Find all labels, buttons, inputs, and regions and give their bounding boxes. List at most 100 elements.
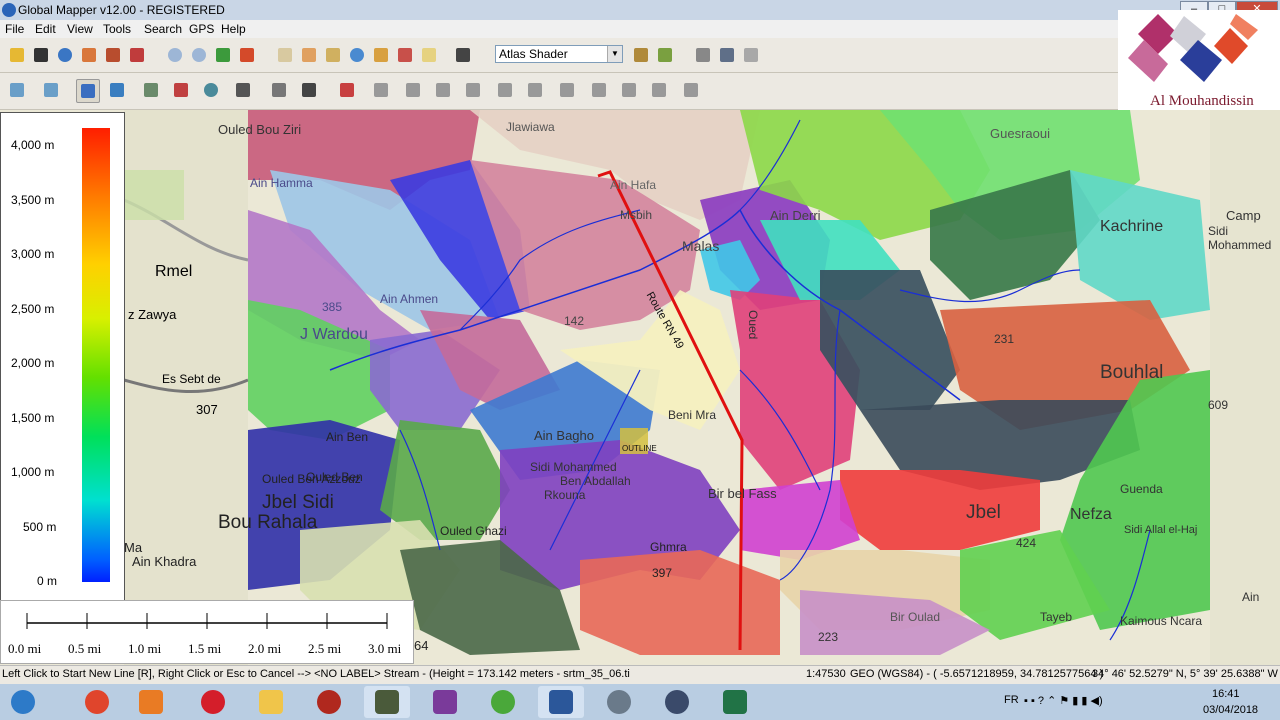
terrain-7-button[interactable] (556, 79, 578, 101)
create-stream-button[interactable] (76, 79, 100, 103)
menu-bar: File Edit View Tools Search GPS Help (0, 20, 1280, 38)
terrain-3-button[interactable] (432, 79, 454, 101)
sun-icon (658, 48, 672, 62)
binoculars-button[interactable] (452, 44, 474, 66)
grid-button[interactable] (740, 44, 762, 66)
terrain-1-button[interactable] (370, 79, 392, 101)
menu-gps[interactable]: GPS (189, 22, 214, 36)
terrain-11-button[interactable] (680, 79, 702, 101)
globe-icon (607, 690, 631, 714)
ruler-icon (326, 48, 340, 62)
taskbar-file-explorer[interactable] (248, 686, 294, 718)
line-tool-button[interactable] (418, 44, 440, 66)
open-folder-button[interactable] (6, 44, 28, 66)
profile-button[interactable] (370, 44, 392, 66)
measure-button[interactable] (322, 44, 344, 66)
shader-options-button[interactable] (630, 44, 652, 66)
layers-icon (82, 48, 96, 62)
place-label: Bouhlal (1100, 362, 1164, 383)
tools-button[interactable] (126, 44, 148, 66)
save-button[interactable] (30, 44, 52, 66)
taskbar-excel[interactable] (712, 686, 758, 718)
tray-language[interactable]: FR (1004, 694, 1019, 706)
app-icon[interactable] (2, 3, 16, 17)
select-button[interactable] (274, 44, 296, 66)
place-label: Es Sebt de (162, 372, 221, 386)
edit-vertex-button[interactable] (106, 79, 128, 101)
taskbar-winrar[interactable] (422, 686, 468, 718)
taskbar-opera[interactable] (190, 686, 236, 718)
move-icon (302, 83, 316, 97)
place-label: Sidi Mohammed (530, 460, 617, 474)
place-label: Oued (746, 310, 760, 340)
place-label: 307 (196, 402, 218, 417)
status-bar: Left Click to Start New Line [R], Right … (0, 665, 1280, 684)
config-button[interactable] (102, 44, 124, 66)
zoom-in-button[interactable] (164, 44, 186, 66)
place-label: Ghmra (650, 540, 687, 554)
media-player-icon (139, 690, 163, 714)
export-button[interactable] (716, 44, 738, 66)
taskbar-chrome[interactable] (74, 686, 120, 718)
taskbar-global-mapper[interactable] (364, 686, 410, 718)
menu-help[interactable]: Help (221, 22, 246, 36)
clock-time[interactable]: 16:41 (1212, 688, 1240, 700)
map-view[interactable]: Rmel z Zawya Es Sebt de 307 J Wardou Ain… (0, 110, 1280, 665)
terrain-10-button[interactable] (648, 79, 670, 101)
scale-label: 1.0 mi (128, 641, 162, 656)
terrain-5-button[interactable] (494, 79, 516, 101)
grid-create-button[interactable] (232, 79, 254, 101)
zoom-full-button[interactable] (212, 44, 234, 66)
start-button[interactable] (0, 686, 46, 718)
clock-date[interactable]: 03/04/2018 (1203, 704, 1258, 716)
place-label: 397 (652, 566, 673, 580)
buffer-button[interactable] (200, 79, 222, 101)
toolbar-digitizer (0, 73, 1120, 110)
draw-button[interactable] (336, 79, 358, 101)
menu-tools[interactable]: Tools (103, 22, 131, 36)
place-label: Sidi Mohammed (1208, 224, 1272, 252)
create-line-button[interactable] (40, 79, 62, 101)
pan-button[interactable] (298, 44, 320, 66)
points-button[interactable] (268, 79, 290, 101)
home-button[interactable] (236, 44, 258, 66)
taskbar-antivirus[interactable] (306, 686, 352, 718)
winrar-icon (433, 690, 457, 714)
overlay-button[interactable] (78, 44, 100, 66)
menu-file[interactable]: File (5, 22, 24, 36)
tray-icons[interactable]: ▪ ▪ ? ⌃ ⚑ ▮ ▮ ◀) (1024, 694, 1103, 707)
snap-button[interactable] (140, 79, 162, 101)
taskbar-utorrent[interactable] (480, 686, 526, 718)
menu-edit[interactable]: Edit (35, 22, 56, 36)
menu-search[interactable]: Search (144, 22, 182, 36)
vertex-icon (110, 83, 124, 97)
terrain-2-button[interactable] (402, 79, 424, 101)
feature-info-button[interactable] (346, 44, 368, 66)
lighting-button[interactable] (654, 44, 676, 66)
zoom-out-button[interactable] (188, 44, 210, 66)
place-label: Ouled Ben Azzouz (262, 472, 361, 486)
taskbar-globe[interactable] (596, 686, 642, 718)
web-data-button[interactable] (54, 44, 76, 66)
terrain-4-button[interactable] (462, 79, 484, 101)
grid-icon (744, 48, 758, 62)
create-area-button[interactable] (6, 79, 28, 101)
taskbar-media-player[interactable] (128, 686, 174, 718)
move-button[interactable] (298, 79, 320, 101)
terrain-6-button[interactable] (524, 79, 546, 101)
terrain-8-button[interactable] (588, 79, 610, 101)
taskbar-world-map[interactable] (654, 686, 700, 718)
legend-label: 500 m (23, 520, 57, 534)
chevron-down-icon[interactable]: ▼ (607, 46, 622, 62)
taskbar-word[interactable] (538, 686, 584, 718)
digitizer-button[interactable] (394, 44, 416, 66)
place-label: Guesraoui (990, 126, 1050, 141)
menu-view[interactable]: View (67, 22, 93, 36)
terrain-9-button[interactable] (618, 79, 640, 101)
3d-view-button[interactable] (692, 44, 714, 66)
shader-dropdown[interactable]: Atlas Shader ▼ (495, 45, 623, 63)
split-button[interactable] (170, 79, 192, 101)
place-label: Jlawiawa (506, 120, 555, 134)
map-canvas[interactable] (0, 110, 1280, 665)
scale-label: 2.5 mi (308, 641, 342, 656)
